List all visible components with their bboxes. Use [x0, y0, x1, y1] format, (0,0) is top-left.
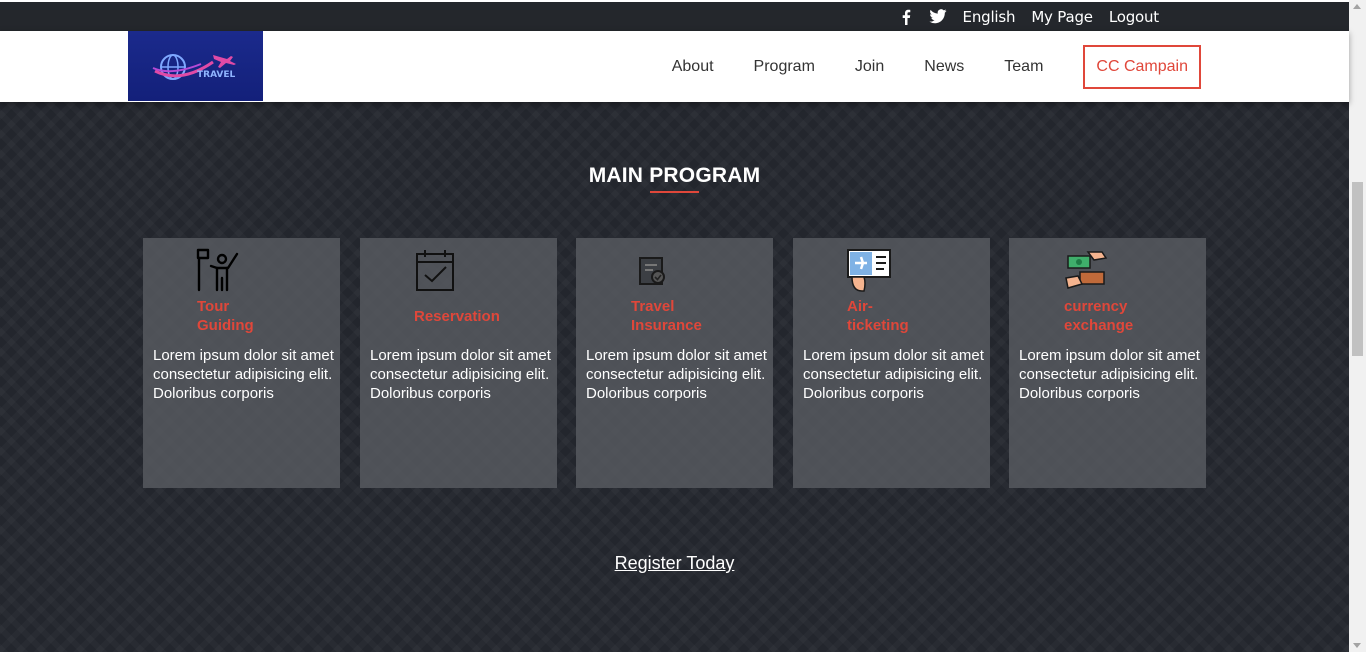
tour-guide-icon [195, 246, 241, 292]
card-title: Tour Guiding [197, 297, 254, 335]
money-exchange-icon [1064, 248, 1110, 294]
facebook-icon[interactable] [899, 9, 913, 25]
cc-campain-button[interactable]: CC Campain [1083, 44, 1201, 89]
scroll-down-arrow-icon[interactable] [1353, 643, 1361, 648]
program-card-tour-guiding[interactable]: Tour Guiding Lorem ipsum dolor sit amet … [143, 238, 340, 488]
card-description: Lorem ipsum dolor sit amet consectetur a… [370, 347, 551, 402]
card-title: currency exchange [1064, 297, 1133, 335]
card-title-line: currency [1064, 298, 1128, 315]
nav-program[interactable]: Program [754, 58, 815, 76]
program-card-reservation[interactable]: Reservation Lorem ipsum dolor sit amet c… [360, 238, 557, 488]
language-link-english[interactable]: English [963, 8, 1016, 26]
card-title-line: ticketing [847, 317, 909, 334]
card-description: Lorem ipsum dolor sit amet consectetur a… [586, 347, 767, 402]
scroll-up-arrow-icon[interactable] [1353, 4, 1361, 9]
program-card-travel-insurance[interactable]: Travel Insurance Lorem ipsum dolor sit a… [576, 238, 773, 488]
globe-plane-logo-icon: TRAVEL [152, 54, 236, 80]
register-today-link[interactable]: Register Today [615, 553, 735, 573]
scrollbar-thumb[interactable] [1352, 182, 1363, 356]
site-logo[interactable]: TRAVEL [128, 31, 263, 101]
card-title-line: Tour [197, 298, 230, 315]
nav-news[interactable]: News [924, 58, 964, 76]
card-title: Air- ticketing [847, 297, 909, 335]
register-today-link-wrapper: Register Today [0, 553, 1349, 574]
top-bar: English My Page Logout [0, 2, 1349, 31]
twitter-icon[interactable] [928, 9, 947, 25]
main-menu: About Program Join News Team CC Campain [632, 44, 1201, 89]
air-ticket-icon [846, 247, 892, 293]
logo-text: TRAVEL [197, 70, 236, 80]
section-title: MAIN PROGRAM [588, 164, 761, 187]
nav-join[interactable]: Join [855, 58, 884, 76]
nav-about[interactable]: About [672, 58, 714, 76]
calendar-check-icon [415, 248, 461, 294]
program-card-air-ticketing[interactable]: Air- ticketing Lorem ipsum dolor sit ame… [793, 238, 990, 488]
card-title-line: Guiding [197, 317, 254, 334]
card-description: Lorem ipsum dolor sit amet consectetur a… [1019, 347, 1200, 402]
card-title: Travel Insurance [631, 297, 702, 335]
program-card-currency-exchange[interactable]: currency exchange Lorem ipsum dolor sit … [1009, 238, 1206, 488]
card-description: Lorem ipsum dolor sit amet consectetur a… [153, 347, 334, 402]
main-program-section: MAIN PROGRAM Tour Guiding Lorem ipsum do… [0, 102, 1349, 652]
page-scrollbar[interactable] [1349, 0, 1366, 652]
card-title-line: Travel [631, 298, 675, 315]
card-title: Reservation [414, 307, 500, 326]
main-navbar: TRAVEL About Program Join News Team CC C… [0, 31, 1349, 102]
card-title-line: Reservation [414, 308, 500, 325]
title-underline [650, 191, 699, 193]
nav-team[interactable]: Team [1004, 58, 1043, 76]
card-description: Lorem ipsum dolor sit amet consectetur a… [803, 347, 984, 402]
logout-link[interactable]: Logout [1109, 8, 1159, 26]
card-title-line: Air- [847, 298, 873, 315]
insurance-document-icon [638, 256, 684, 302]
card-title-line: Insurance [631, 317, 702, 334]
card-title-line: exchange [1064, 317, 1134, 334]
my-page-link[interactable]: My Page [1031, 8, 1093, 26]
